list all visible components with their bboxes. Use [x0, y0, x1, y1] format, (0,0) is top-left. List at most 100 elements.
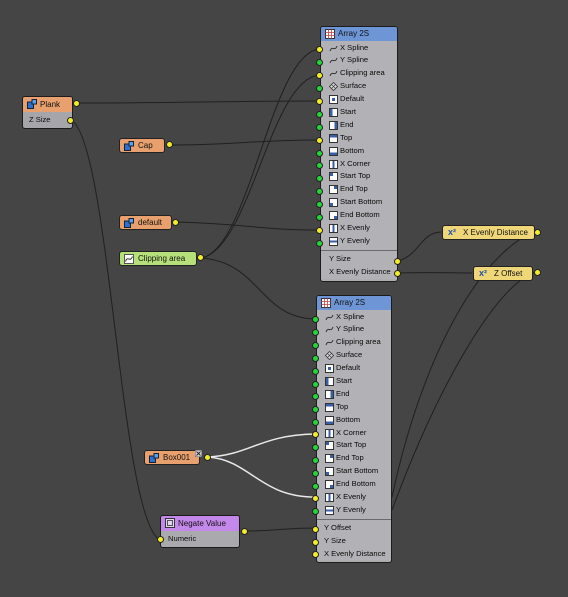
node-header[interactable]: Array 2S	[321, 27, 397, 41]
output-y-size[interactable]: Y Size	[321, 253, 397, 266]
port-clipping-area[interactable]	[312, 342, 319, 349]
input-end-bottom[interactable]: End Bottom	[321, 209, 397, 222]
input-start-bottom[interactable]: Start Bottom	[317, 465, 391, 478]
node-header[interactable]: Negate Value	[161, 516, 239, 531]
input-end-top[interactable]: End Top	[321, 183, 397, 196]
port-bottom[interactable]	[316, 150, 323, 157]
input-start[interactable]: Start	[321, 106, 397, 119]
port-top[interactable]	[316, 137, 323, 144]
port-default-out[interactable]	[172, 219, 179, 226]
port-surface[interactable]	[312, 355, 319, 362]
port-xevd-out[interactable]	[534, 229, 541, 236]
port-y-size[interactable]	[312, 539, 319, 546]
input-x-spline[interactable]: X Spline	[321, 42, 397, 55]
port-clipping-area[interactable]	[316, 72, 323, 79]
port-start-top[interactable]	[312, 444, 319, 451]
input-y-offset[interactable]: Y Offset	[317, 522, 391, 535]
port-end-bottom[interactable]	[316, 214, 323, 221]
output-z-size[interactable]: Z Size	[23, 112, 72, 128]
input-x-spline[interactable]: X Spline	[317, 311, 391, 324]
port-y-spline[interactable]	[312, 329, 319, 336]
input-x-corner[interactable]: X Corner	[321, 158, 397, 171]
port-default[interactable]	[316, 98, 323, 105]
input-end-bottom[interactable]: End Bottom	[317, 478, 391, 491]
plank-node[interactable]: Plank Z Size	[22, 96, 73, 129]
port-x-corner[interactable]	[312, 431, 319, 438]
x-evenly-distance-node[interactable]: x² X Evenly Distance	[442, 225, 535, 240]
input-default[interactable]: Default	[321, 93, 397, 106]
array-2s-node-top[interactable]: Array 2S X Spline Y Spline Clipping area…	[320, 26, 398, 282]
input-start-bottom[interactable]: Start Bottom	[321, 196, 397, 209]
input-bottom[interactable]: Bottom	[321, 145, 397, 158]
port-box001-out[interactable]	[204, 454, 211, 461]
input-top[interactable]: Top	[321, 132, 397, 145]
input-x-corner[interactable]: X Corner	[317, 427, 391, 440]
clipping-area-node[interactable]: Clipping area	[119, 251, 197, 266]
port-start-top[interactable]	[316, 175, 323, 182]
port-clipping-area-out[interactable]	[197, 254, 204, 261]
port-negate-out[interactable]	[241, 528, 248, 535]
port-x-evenly[interactable]	[312, 495, 319, 502]
input-clipping-area[interactable]: Clipping area	[321, 67, 397, 80]
port-start-bottom[interactable]	[312, 470, 319, 477]
port-start[interactable]	[312, 381, 319, 388]
input-clipping-area[interactable]: Clipping area	[317, 336, 391, 349]
input-end[interactable]: End	[317, 388, 391, 401]
port-bottom[interactable]	[312, 419, 319, 426]
port-zoffset-out[interactable]	[534, 269, 541, 276]
port-plank-out[interactable]	[73, 100, 80, 107]
input-end-top[interactable]: End Top	[317, 452, 391, 465]
port-end-top[interactable]	[316, 188, 323, 195]
output-x-evenly-distance[interactable]: X Evenly Distance	[321, 266, 397, 279]
close-icon[interactable]	[195, 450, 202, 457]
input-y-size[interactable]: Y Size	[317, 535, 391, 548]
port-end-top[interactable]	[312, 457, 319, 464]
input-surface[interactable]: Surface	[321, 80, 397, 93]
port-start-bottom[interactable]	[316, 201, 323, 208]
port-numeric-in[interactable]	[157, 536, 164, 543]
port-out-x-evenly-distance[interactable]	[394, 270, 401, 277]
port-x-corner[interactable]	[316, 162, 323, 169]
port-z-size-out[interactable]	[67, 117, 74, 124]
port-end[interactable]	[312, 393, 319, 400]
input-x-evenly[interactable]: X Evenly	[317, 491, 391, 504]
negate-value-node[interactable]: Negate Value Numeric	[160, 515, 240, 548]
input-x-evenly-distance[interactable]: X Evenly Distance	[317, 548, 391, 561]
port-x-evenly-distance[interactable]	[312, 551, 319, 558]
input-x-evenly[interactable]: X Evenly	[321, 222, 397, 235]
default-node[interactable]: default	[119, 215, 172, 230]
input-start-top[interactable]: Start Top	[321, 170, 397, 183]
port-x-spline[interactable]	[316, 46, 323, 53]
port-end[interactable]	[316, 124, 323, 131]
input-numeric[interactable]: Numeric	[161, 531, 239, 547]
port-top[interactable]	[312, 406, 319, 413]
port-y-offset[interactable]	[312, 526, 319, 533]
box001-node[interactable]: Box001	[144, 450, 200, 465]
input-end[interactable]: End	[321, 119, 397, 132]
port-surface[interactable]	[316, 85, 323, 92]
input-top[interactable]: Top	[317, 401, 391, 414]
cap-node[interactable]: Cap	[119, 138, 165, 153]
input-start-top[interactable]: Start Top	[317, 439, 391, 452]
input-y-evenly[interactable]: Y Evenly	[317, 504, 391, 517]
array-2s-node-bottom[interactable]: Array 2S X Spline Y Spline Clipping area…	[316, 295, 392, 563]
node-header[interactable]: Array 2S	[317, 296, 391, 310]
input-bottom[interactable]: Bottom	[317, 414, 391, 427]
port-y-spline[interactable]	[316, 59, 323, 66]
input-default[interactable]: Default	[317, 362, 391, 375]
port-x-spline[interactable]	[312, 316, 319, 323]
port-default[interactable]	[312, 368, 319, 375]
node-header[interactable]: Plank	[23, 97, 72, 112]
z-offset-node[interactable]: x² Z Offset	[473, 266, 533, 281]
port-y-evenly[interactable]	[312, 508, 319, 515]
port-start[interactable]	[316, 111, 323, 118]
port-out-y-size[interactable]	[394, 258, 401, 265]
input-y-spline[interactable]: Y Spline	[317, 323, 391, 336]
port-cap-out[interactable]	[166, 141, 173, 148]
port-x-evenly[interactable]	[316, 227, 323, 234]
port-y-evenly[interactable]	[316, 240, 323, 247]
input-y-spline[interactable]: Y Spline	[321, 54, 397, 67]
input-surface[interactable]: Surface	[317, 349, 391, 362]
input-start[interactable]: Start	[317, 375, 391, 388]
input-y-evenly[interactable]: Y Evenly	[321, 235, 397, 248]
